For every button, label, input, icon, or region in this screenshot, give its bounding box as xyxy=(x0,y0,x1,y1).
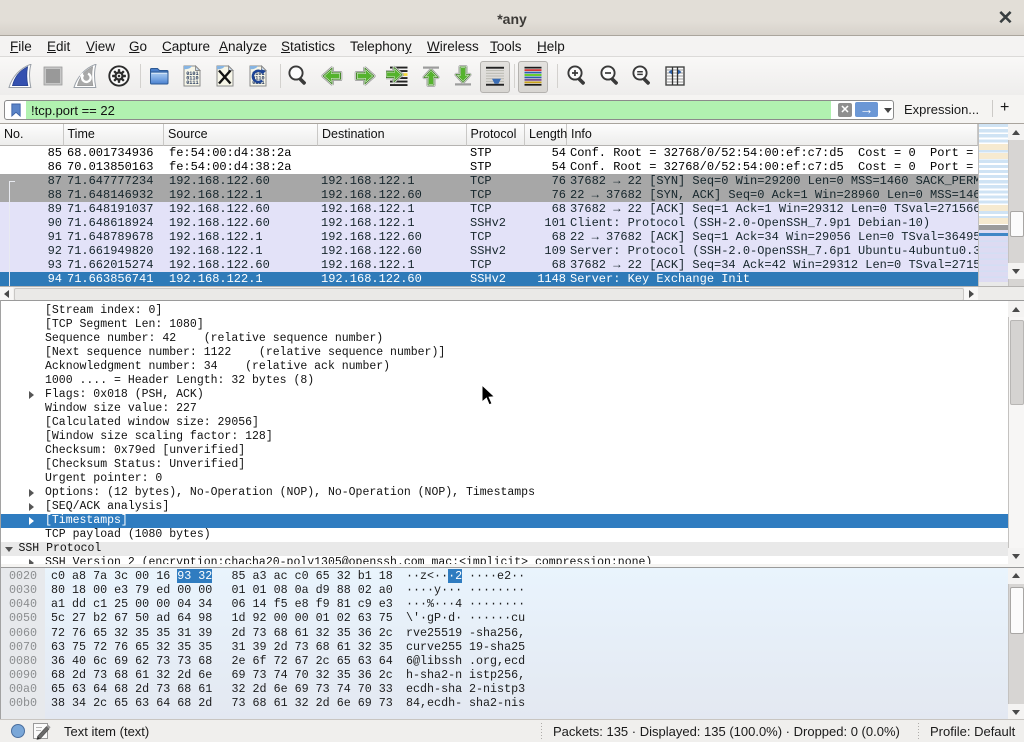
svg-text:0111: 0111 xyxy=(186,80,198,86)
